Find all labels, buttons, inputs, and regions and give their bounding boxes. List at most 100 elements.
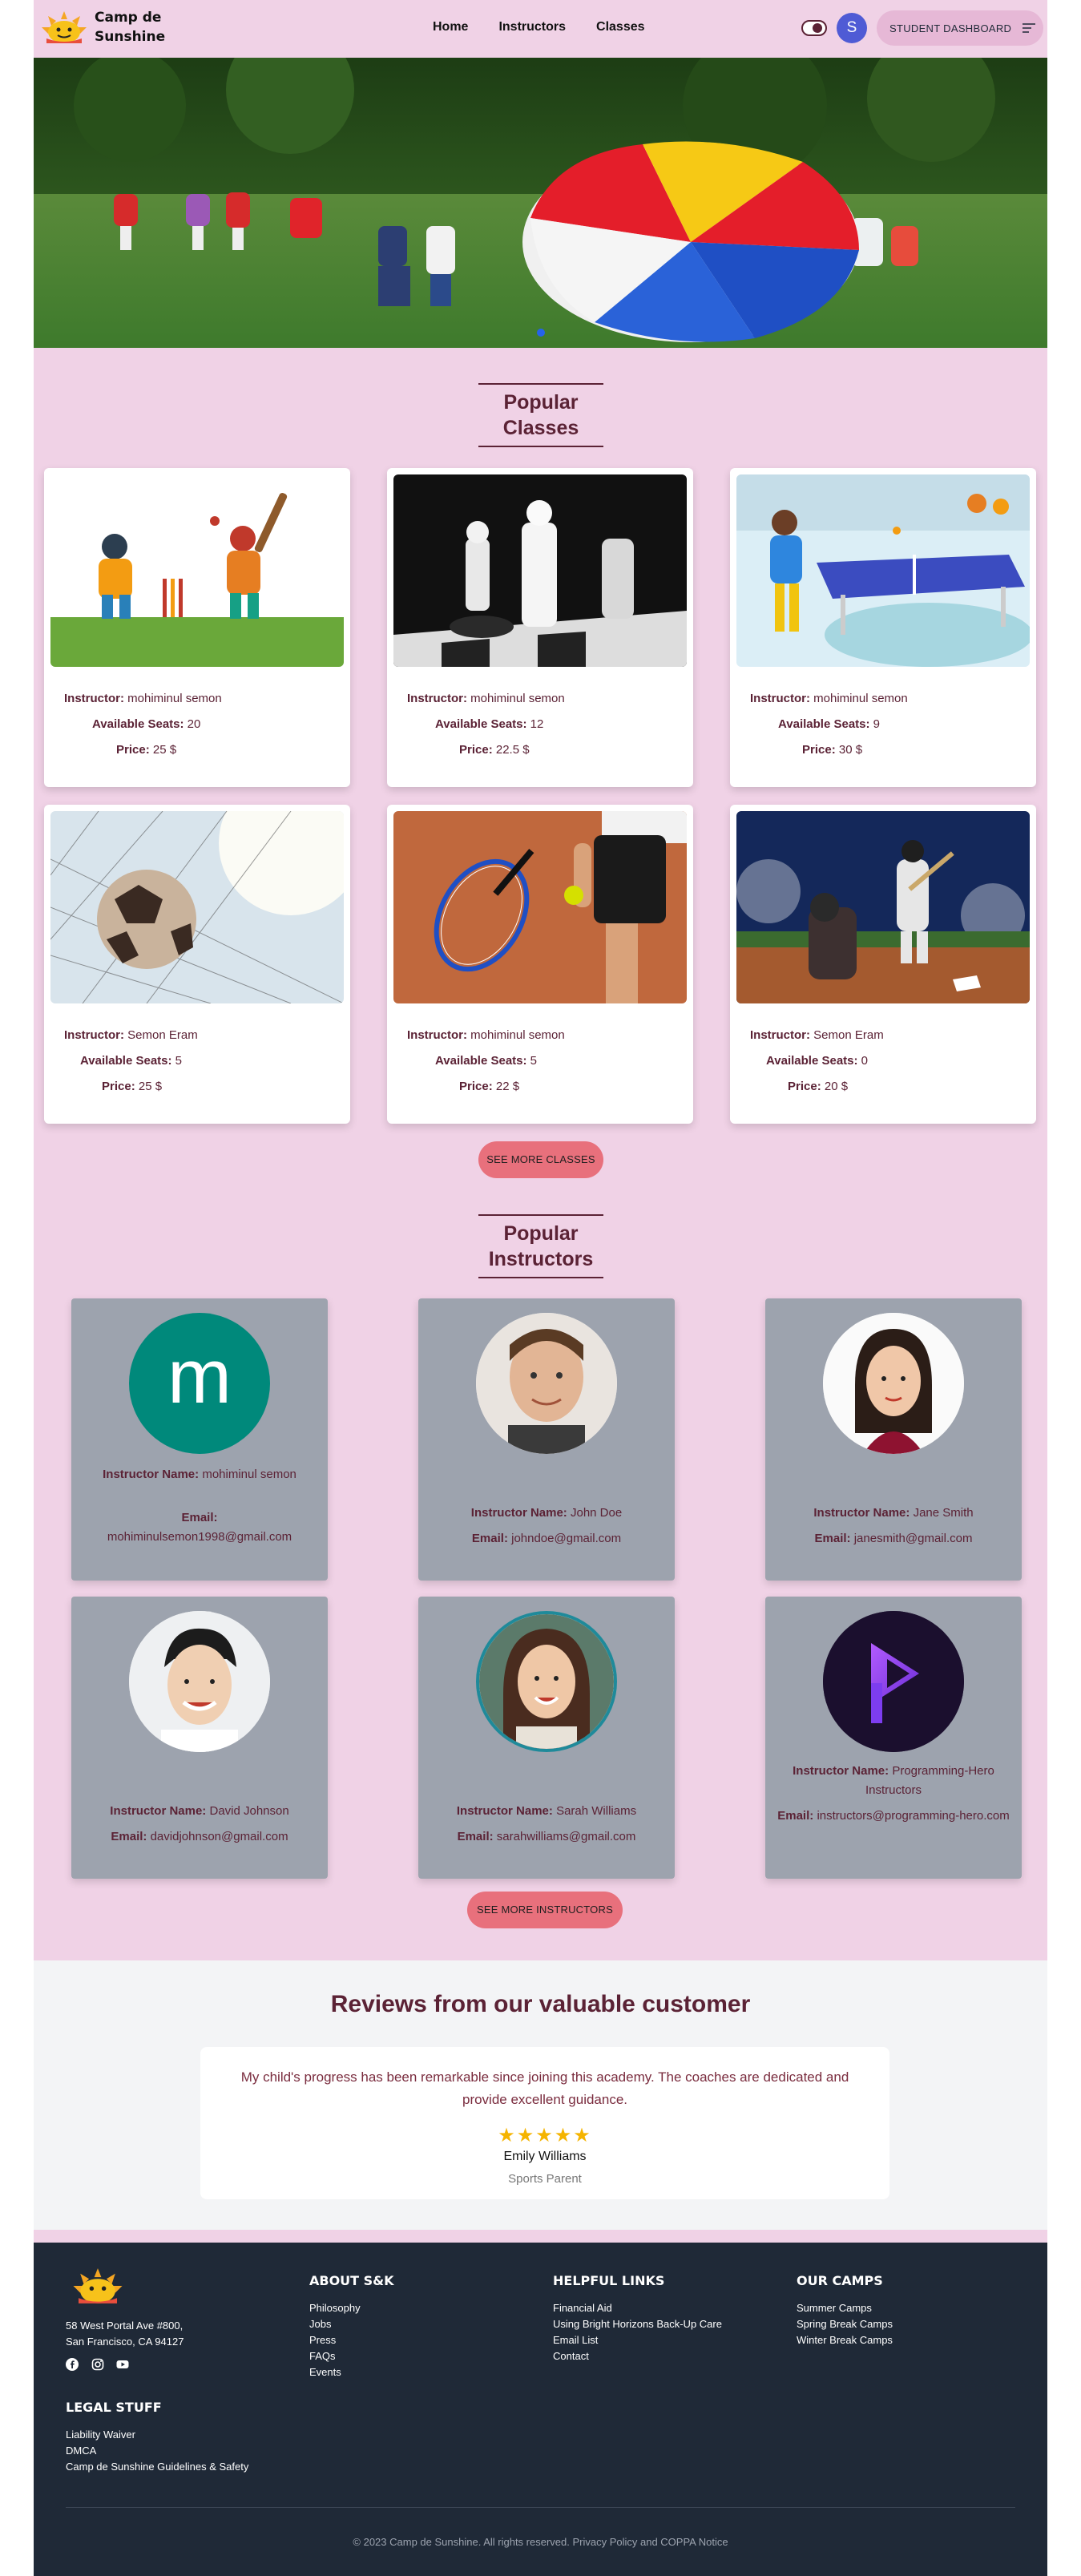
youtube-icon[interactable] [116, 2358, 129, 2371]
instructor-card[interactable]: Instructor Name: John Doe Email: johndoe… [418, 1298, 675, 1581]
helpful-title: HELPFUL LINKS [553, 2273, 665, 2288]
name-value: Sarah Williams [556, 1804, 637, 1818]
instructor-email-row: Email: johndoe@gmail.com [426, 1529, 667, 1548]
seats-value: 20 [187, 717, 201, 731]
instagram-icon[interactable] [91, 2358, 104, 2371]
price-label: Price: [459, 743, 493, 757]
theme-toggle[interactable] [801, 20, 827, 36]
page: Camp de Sunshine Home Instructors Classe… [34, 0, 1047, 2576]
footer-link-financial-aid[interactable]: Financial Aid [553, 2300, 777, 2316]
class-card[interactable]: Instructor: mohiminul semon Available Se… [730, 468, 1036, 787]
hero-banner [34, 58, 1047, 348]
email-label: Email: [777, 1809, 814, 1823]
instructor-name-row: Instructor Name: John Doe [426, 1504, 667, 1523]
seats-value: 0 [861, 1054, 869, 1068]
nav-instructors-link[interactable]: Instructors [498, 20, 566, 34]
footer-link-email-list[interactable]: Email List [553, 2332, 777, 2348]
footer-link-dmca[interactable]: DMCA [66, 2443, 306, 2459]
instructor-value: mohiminul semon [470, 692, 565, 705]
email-value: johndoe@gmail.com [511, 1532, 622, 1545]
footer-about: ABOUT S&K Philosophy Jobs Press FAQs Eve… [309, 2273, 518, 2380]
instructor-label: Instructor: [64, 1028, 124, 1042]
class-instructor: Instructor: Semon Eram [730, 1023, 1036, 1048]
email-label: Email: [814, 1532, 851, 1545]
footer-link-spring-break[interactable]: Spring Break Camps [797, 2316, 1005, 2332]
see-more-classes-button[interactable]: SEE MORE CLASSES [478, 1141, 603, 1178]
seats-value: 9 [873, 717, 881, 731]
class-price: Price: 20 $ [730, 1074, 1036, 1100]
instructor-card[interactable]: Instructor Name: David Johnson Email: da… [71, 1597, 328, 1879]
instructor-name-row: Instructor Name: Programming-Hero Instru… [773, 1762, 1014, 1800]
instructor-email-row: Email: mohiminulsemon1998@gmail.com [79, 1508, 320, 1547]
footer-link-contact[interactable]: Contact [553, 2348, 777, 2364]
footer-link-jobs[interactable]: Jobs [309, 2316, 518, 2332]
toggle-knob [813, 23, 822, 33]
email-label: Email: [457, 1830, 494, 1843]
instructor-card[interactable]: Instructor Name: Sarah Williams Email: s… [418, 1597, 675, 1879]
footer-link-guidelines[interactable]: Camp de Sunshine Guidelines & Safety [66, 2459, 306, 2475]
class-instructor: Instructor: mohiminul semon [44, 686, 350, 712]
baseball-image [736, 811, 1030, 1003]
brand-name: Camp de Sunshine [95, 10, 166, 45]
footer-sun-logo-icon [73, 2268, 123, 2303]
instructor-value: mohiminul semon [813, 692, 908, 705]
instructor-avatar: m [129, 1313, 270, 1454]
instructor-label: Instructor: [750, 692, 810, 705]
instructor-email-row: Email: davidjohnson@gmail.com [79, 1827, 320, 1847]
footer-link-liability[interactable]: Liability Waiver [66, 2427, 306, 2443]
footer-link-faqs[interactable]: FAQs [309, 2348, 518, 2364]
class-price: Price: 22 $ [387, 1074, 693, 1100]
popular-instructors-title: Popular Instructors [478, 1214, 603, 1278]
facebook-icon[interactable] [66, 2358, 79, 2371]
instructor-card[interactable]: m Instructor Name: mohiminul semon Email… [71, 1298, 328, 1581]
price-value: 25 $ [138, 1080, 163, 1093]
name-label: Instructor Name: [456, 1804, 553, 1818]
class-card[interactable]: Instructor: mohiminul semon Available Se… [387, 468, 693, 787]
nav-classes-link[interactable]: Classes [596, 20, 645, 34]
class-card[interactable]: Instructor: mohiminul semon Available Se… [387, 805, 693, 1124]
instructor-card[interactable]: Instructor Name: Jane Smith Email: janes… [765, 1298, 1022, 1581]
footer-camps: OUR CAMPS Summer Camps Spring Break Camp… [797, 2273, 1005, 2348]
footer-link-winter-break[interactable]: Winter Break Camps [797, 2332, 1005, 2348]
class-seats: Available Seats: 20 [44, 712, 350, 737]
instructor-card[interactable]: Instructor Name: Programming-Hero Instru… [765, 1597, 1022, 1879]
footer-link-summer[interactable]: Summer Camps [797, 2300, 1005, 2316]
student-dashboard-button[interactable]: STUDENT DASHBOARD [877, 10, 1043, 46]
hero-image [34, 58, 1047, 348]
footer-link-press[interactable]: Press [309, 2332, 518, 2348]
price-value: 20 $ [824, 1080, 849, 1093]
email-value: janesmith@gmail.com [853, 1532, 973, 1545]
address-line-1: 58 West Portal Ave #800, [66, 2320, 184, 2332]
nav-links: Home Instructors Classes [433, 20, 645, 34]
class-instructor: Instructor: mohiminul semon [387, 1023, 693, 1048]
instructor-name-row: Instructor Name: Sarah Williams [426, 1802, 667, 1821]
nav-home-link[interactable]: Home [433, 20, 468, 34]
instructor-email-row: Email: janesmith@gmail.com [773, 1529, 1014, 1548]
footer-link-events[interactable]: Events [309, 2364, 518, 2380]
review-text: My child's progress has been remarkable … [240, 2069, 849, 2107]
footer-link-backup-care[interactable]: Using Bright Horizons Back-Up Care [553, 2316, 777, 2332]
user-avatar[interactable]: S [837, 13, 867, 43]
price-label: Price: [102, 1080, 135, 1093]
copyright: © 2023 Camp de Sunshine. All rights rese… [353, 2536, 728, 2548]
price-label: Price: [116, 743, 150, 757]
price-value: 22.5 $ [495, 743, 530, 757]
menu-icon [1023, 23, 1036, 33]
social-icons [66, 2358, 274, 2376]
class-card[interactable]: Instructor: Semon Eram Available Seats: … [730, 805, 1036, 1124]
class-seats: Available Seats: 9 [730, 712, 1036, 737]
footer-helpful: HELPFUL LINKS Financial Aid Using Bright… [553, 2273, 777, 2364]
instructor-value: Semon Eram [813, 1028, 884, 1042]
email-value: davidjohnson@gmail.com [150, 1830, 288, 1843]
sun-logo-icon [42, 11, 87, 43]
class-card[interactable]: Instructor: mohiminul semon Available Se… [44, 468, 350, 787]
navbar: Camp de Sunshine Home Instructors Classe… [34, 0, 1047, 58]
class-card[interactable]: Instructor: Semon Eram Available Seats: … [44, 805, 350, 1124]
seats-label: Available Seats: [80, 1054, 172, 1068]
footer-link-philosophy[interactable]: Philosophy [309, 2300, 518, 2316]
class-seats: Available Seats: 0 [730, 1048, 1036, 1074]
brand[interactable]: Camp de Sunshine [40, 8, 167, 46]
carousel-dot[interactable] [537, 329, 545, 337]
see-more-instructors-button[interactable]: SEE MORE INSTRUCTORS [467, 1892, 623, 1928]
instructor-email-row: Email: sarahwilliams@gmail.com [426, 1827, 667, 1847]
